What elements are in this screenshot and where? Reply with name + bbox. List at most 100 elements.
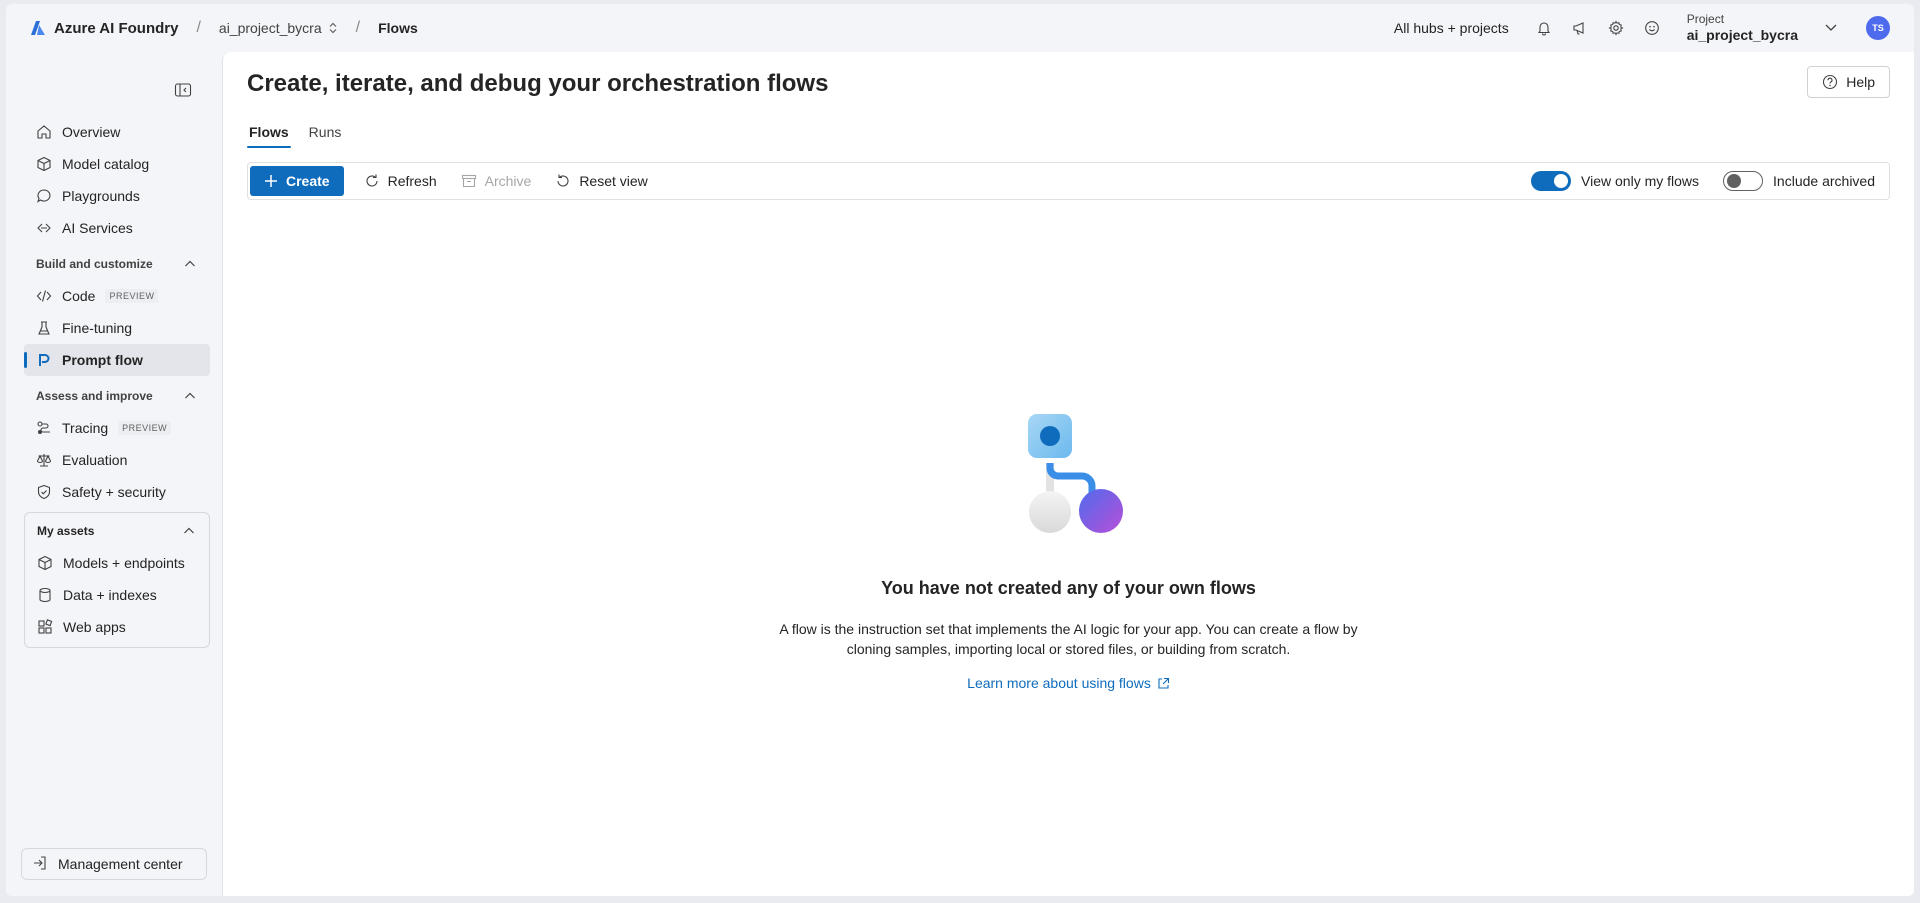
breadcrumb-separator: / [196,19,201,36]
reset-view-button[interactable]: Reset view [551,166,651,196]
sidebar-item-label: Data + indexes [63,587,157,603]
tracing-icon [36,420,52,436]
chat-icon [36,188,52,204]
brand-name: Azure AI Foundry [54,19,179,37]
refresh-button[interactable]: Refresh [360,166,441,196]
section-build-and-customize[interactable]: Build and customize [24,248,210,280]
reset-view-label: Reset view [579,173,648,189]
breadcrumb-separator: / [355,19,361,36]
sidebar-item-tracing[interactable]: Tracing PREVIEW [24,412,210,444]
gear-icon[interactable] [1607,19,1625,37]
archive-label: Archive [484,173,532,189]
tab-list: Flows Runs [247,120,343,148]
management-center-label: Management center [58,856,183,872]
collapse-sidebar-icon[interactable] [174,82,194,98]
shield-icon [36,484,52,500]
breadcrumb-current: Flows [378,20,418,36]
refresh-label: Refresh [387,173,437,189]
sidebar-item-data-indexes[interactable]: Data + indexes [25,579,209,611]
section-label: My assets [37,524,95,538]
sidebar-item-web-apps[interactable]: Web apps [25,611,209,643]
top-bar: Azure AI Foundry / ai_project_bycra / Fl… [6,4,1914,52]
sidebar-item-label: Safety + security [62,484,166,500]
learn-more-link[interactable]: Learn more about using flows [967,675,1170,691]
section-assess-and-improve[interactable]: Assess and improve [24,380,210,412]
external-link-icon [1158,677,1169,689]
sidebar-item-label: Model catalog [62,156,150,172]
sidebar-item-prompt-flow[interactable]: Prompt flow [24,344,210,376]
code-icon [36,288,52,304]
all-hubs-link[interactable]: All hubs + projects [1394,20,1509,36]
view-only-my-flows-label: View only my flows [1581,173,1700,189]
sidebar-item-model-catalog[interactable]: Model catalog [24,148,210,180]
section-label: Assess and improve [36,389,153,403]
brand[interactable]: Azure AI Foundry [30,20,178,37]
apps-icon [37,619,53,635]
breadcrumb-project-label: ai_project_bycra [218,20,322,36]
scale-icon [36,452,52,468]
management-center-button[interactable]: Management center [21,848,207,880]
sidebar-item-label: Overview [62,124,121,140]
create-button[interactable]: Create [250,166,344,196]
app-window: Azure AI Foundry / ai_project_bycra / Fl… [6,4,1914,896]
sidebar-item-evaluation[interactable]: Evaluation [24,444,210,476]
plus-icon [265,175,277,187]
my-assets-panel: My assets Models + endpoints Data + inde… [24,512,210,648]
chevron-up-icon [185,392,195,399]
sidebar-item-label: Playgrounds [62,188,140,204]
chevron-up-down-icon [329,22,337,34]
project-switcher[interactable]: Project ai_project_bycra [1687,12,1798,45]
flow-illustration-icon [1027,414,1123,533]
breadcrumb-project[interactable]: ai_project_bycra [219,20,338,36]
prompt-flow-icon [36,352,52,368]
include-archived-label: Include archived [1773,173,1875,189]
include-archived-toggle[interactable] [1723,171,1764,191]
sidebar-item-fine-tuning[interactable]: Fine-tuning [24,312,210,344]
help-label: Help [1846,74,1875,90]
archive-button[interactable]: Archive [457,166,536,196]
section-my-assets[interactable]: My assets [25,515,209,547]
project-name: ai_project_bycra [1686,26,1798,43]
sidebar-item-playgrounds[interactable]: Playgrounds [24,180,210,212]
empty-state: You have not created any of your own flo… [223,408,1914,691]
bell-icon[interactable] [1535,19,1553,37]
tab-runs[interactable]: Runs [307,120,344,148]
sidebar-item-label: Tracing [62,420,109,436]
sidebar-nav: Overview Model catalog Playgrounds AI Se… [24,116,210,648]
sidebar-item-label: AI Services [62,220,133,236]
undo-icon [557,174,569,187]
sidebar-item-label: Web apps [63,619,126,635]
chevron-down-icon[interactable] [1824,20,1838,37]
megaphone-icon[interactable] [1571,19,1589,37]
sidebar-item-label: Models + endpoints [63,555,185,571]
sign-in-arrow-icon [32,855,48,874]
page-title: Create, iterate, and debug your orchestr… [247,70,829,97]
learn-more-label: Learn more about using flows [967,675,1151,691]
sidebar-item-safety-security[interactable]: Safety + security [24,476,210,508]
avatar[interactable]: TS [1866,16,1890,40]
sidebar-item-label: Evaluation [62,452,128,468]
link-icon [36,220,52,236]
sidebar-item-code[interactable]: Code PREVIEW [24,280,210,312]
preview-badge: PREVIEW [118,421,172,435]
cube-icon [36,156,52,172]
archive-icon [461,174,476,188]
chevron-up-icon [184,527,194,534]
azure-logo-icon [31,21,45,35]
smiley-feedback-icon[interactable] [1643,19,1661,37]
view-only-my-flows-toggle[interactable] [1531,171,1572,191]
chevron-up-icon [185,260,195,267]
tab-flows[interactable]: Flows [247,120,291,148]
empty-state-description-line: A flow is the instruction set that imple… [779,621,1358,637]
preview-badge: PREVIEW [105,289,159,303]
main-content: Create, iterate, and debug your orchestr… [222,52,1914,896]
sidebar-item-label: Code [62,288,96,304]
sidebar-item-models-endpoints[interactable]: Models + endpoints [25,547,209,579]
sidebar-item-ai-services[interactable]: AI Services [24,212,210,244]
help-button[interactable]: Help [1807,66,1890,98]
toolbar: Create Refresh Archive Reset view View o… [247,162,1890,200]
sidebar-item-overview[interactable]: Overview [24,116,210,148]
create-label: Create [286,173,330,189]
empty-state-title: You have not created any of your own flo… [881,578,1256,598]
refresh-icon [366,174,378,187]
